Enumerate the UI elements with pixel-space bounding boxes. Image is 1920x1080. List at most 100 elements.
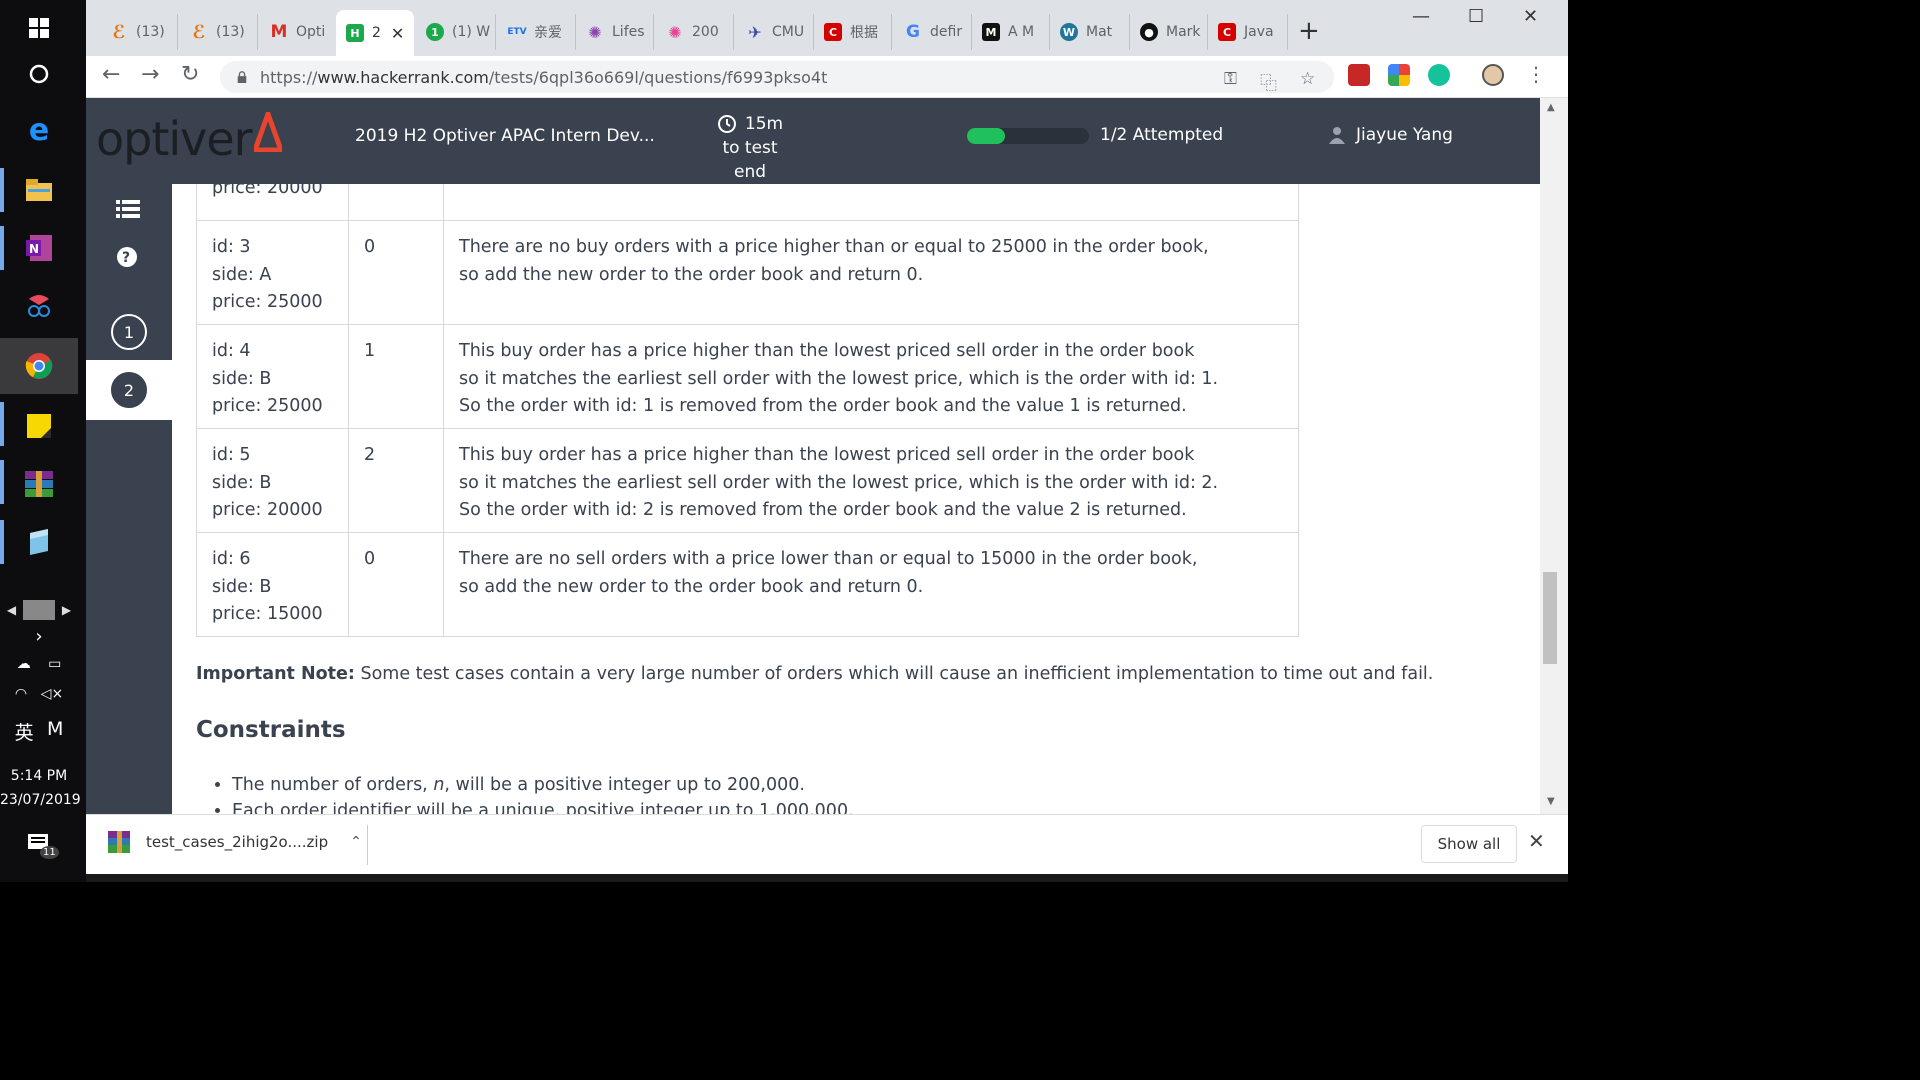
medium-icon: M	[982, 23, 1000, 41]
table-row: id: 3 side: A price: 25000 0 There are no bu…	[196, 220, 1299, 325]
tab-7[interactable]: ✺ Lifes	[576, 14, 654, 50]
order-cell: id: 4 side: B price: 25000	[196, 324, 349, 429]
tab-label: (1) W	[452, 24, 491, 40]
chevron-right-icon[interactable]: ▶	[55, 600, 78, 620]
tab-15[interactable]: C Java	[1208, 14, 1288, 50]
tab-2[interactable]: ℰ (13)	[180, 14, 258, 50]
wifi-icon[interactable]: ◠	[15, 686, 27, 702]
tab-12[interactable]: M A M	[972, 14, 1050, 50]
reload-icon[interactable]: ↻	[181, 62, 199, 87]
question-2-button[interactable]: 2	[111, 372, 147, 408]
scroll-down-icon[interactable]: ▼	[1547, 796, 1555, 807]
constraints-heading: Constraints	[196, 717, 346, 743]
winrar-icon[interactable]	[0, 456, 78, 512]
tab-14[interactable]: ● Mark	[1130, 14, 1208, 50]
forward-arrow-icon[interactable]: →	[141, 62, 159, 87]
taskbar-scroll[interactable]: ◀ ▶	[0, 600, 78, 620]
minimize-icon[interactable]: —	[1412, 6, 1430, 27]
explanation-line: so it matches the earliest sell order wi…	[459, 472, 1219, 493]
tab-label: Mat	[1086, 24, 1113, 40]
tab-13[interactable]: W Mat	[1050, 14, 1130, 50]
constraints-list: The number of orders, n, will be a posit…	[232, 772, 854, 814]
window-close-icon[interactable]: ✕	[1523, 6, 1538, 27]
tab-11[interactable]: G defir	[894, 14, 972, 50]
tab-label: (13)	[136, 24, 165, 40]
tab-label: defir	[930, 24, 963, 40]
attempted-count: 1/2 Attempted	[1100, 125, 1224, 145]
clock-time[interactable]: 5:14 PM	[0, 768, 78, 784]
google-icon: G	[906, 22, 920, 42]
tab-8[interactable]: ✺ 200	[656, 14, 734, 50]
chevron-left-icon[interactable]: ◀	[0, 600, 23, 620]
tab-1[interactable]: ℰ (13)	[100, 14, 178, 50]
key-icon[interactable]: ⚿	[1224, 69, 1237, 89]
onedrive-icon[interactable]: ☁	[17, 656, 31, 672]
address-bar[interactable]: https://www.hackerrank.com/tests/6qpl36o…	[220, 61, 1334, 94]
chrome-taskbar-icon[interactable]	[0, 338, 78, 394]
explanation-line: This buy order has a price higher than t…	[459, 341, 1195, 361]
user-menu[interactable]: Jiayue Yang	[1328, 125, 1453, 145]
scroll-up-icon[interactable]: ▲	[1547, 102, 1555, 113]
tab-9[interactable]: ✈ CMU	[736, 14, 814, 50]
coursera-icon: ℰ	[192, 21, 206, 43]
tab-3[interactable]: M Opti	[260, 14, 338, 50]
tab-5[interactable]: 1 (1) W	[416, 14, 496, 50]
show-all-downloads-button[interactable]: Show all	[1421, 825, 1517, 863]
chevron-up-icon[interactable]: ⌃	[350, 834, 362, 850]
order-cell: id: 5 side: B price: 20000	[196, 428, 349, 533]
order-field: price: 20000	[212, 184, 323, 198]
profile-avatar[interactable]	[1482, 64, 1504, 86]
ime-indicator[interactable]: M	[47, 718, 63, 745]
scrollbar-thumb[interactable]	[1543, 572, 1557, 664]
grammarly-extension-icon[interactable]	[1428, 64, 1450, 86]
onenote-icon[interactable]: N	[0, 220, 78, 276]
user-name: Jiayue Yang	[1356, 125, 1453, 145]
browser-window: ℰ (13) ℰ (13) M Opti H 2 ✕ 1 (1) W ETV 亲…	[86, 0, 1568, 882]
ublock-extension-icon[interactable]	[1348, 64, 1370, 86]
snipping-tool-icon[interactable]	[0, 278, 78, 334]
translate-icon[interactable]: ⿻	[1260, 69, 1277, 94]
file-explorer-icon[interactable]	[0, 162, 78, 218]
tab-hackerrank-active[interactable]: H 2 ✕	[336, 10, 414, 56]
action-center-icon[interactable]: 11	[0, 834, 78, 859]
question-content: price: 20000 id: 3 side: A price: 25000 0 The…	[172, 184, 1540, 814]
back-arrow-icon[interactable]: ←	[102, 62, 120, 87]
explanation-cell: There are no sell orders with a price lo…	[443, 532, 1299, 637]
new-tab-plus-icon[interactable]: +	[1298, 16, 1320, 46]
maximize-icon[interactable]: ☐	[1468, 6, 1484, 27]
coursera-icon: ℰ	[112, 21, 126, 43]
question-1-button[interactable]: 1	[111, 314, 147, 350]
optiver-logo: optiver	[96, 112, 253, 166]
battery-icon[interactable]: ▭	[48, 656, 61, 672]
tab-strip: ℰ (13) ℰ (13) M Opti H 2 ✕ 1 (1) W ETV 亲…	[86, 0, 1568, 56]
sample-explanation-table: price: 20000 id: 3 side: A price: 25000 0 The…	[196, 184, 1299, 637]
tab-10[interactable]: C 根据	[814, 14, 892, 50]
edge-icon[interactable]: e	[0, 102, 78, 158]
explanation-line: There are no buy orders with a price hig…	[459, 237, 1209, 257]
windows-taskbar: e N ◀ ▶ › ☁ ▭ ◠ ◁× 英 M 5:14 PM 23/07/201…	[0, 0, 86, 882]
close-tab-icon[interactable]: ✕	[391, 24, 404, 43]
constraint-item: Each order identifier will be a unique, …	[232, 798, 854, 814]
sticky-notes-icon[interactable]	[0, 398, 78, 454]
bookmark-star-icon[interactable]: ☆	[1300, 69, 1315, 89]
colorful-extension-icon[interactable]	[1388, 64, 1410, 86]
order-field: side: A	[212, 264, 272, 285]
show-hidden-icons-icon[interactable]: ›	[0, 626, 78, 647]
language-indicator[interactable]: 英	[15, 718, 34, 745]
clock-date[interactable]: 23/07/2019	[0, 792, 81, 808]
svg-text:N: N	[29, 242, 39, 256]
browser-menu-icon[interactable]: ⋮	[1526, 62, 1546, 86]
question-list-icon[interactable]	[116, 198, 142, 224]
help-icon[interactable]: ?	[116, 246, 142, 272]
close-shelf-icon[interactable]: ✕	[1528, 829, 1545, 853]
notification-count: 11	[40, 846, 59, 859]
order-field: side: B	[212, 368, 272, 389]
notepad-icon[interactable]	[0, 514, 78, 570]
cortana-icon[interactable]	[0, 46, 78, 102]
download-item[interactable]: test_cases_2ihig2o....zip ⌃	[108, 831, 362, 853]
page-scrollbar[interactable]: ▲ ▼	[1540, 98, 1568, 814]
order-field: price: 25000	[212, 292, 323, 313]
csdn-icon: C	[1218, 23, 1236, 41]
tab-6[interactable]: ETV 亲爱	[498, 14, 576, 50]
volume-muted-icon[interactable]: ◁×	[41, 686, 64, 702]
